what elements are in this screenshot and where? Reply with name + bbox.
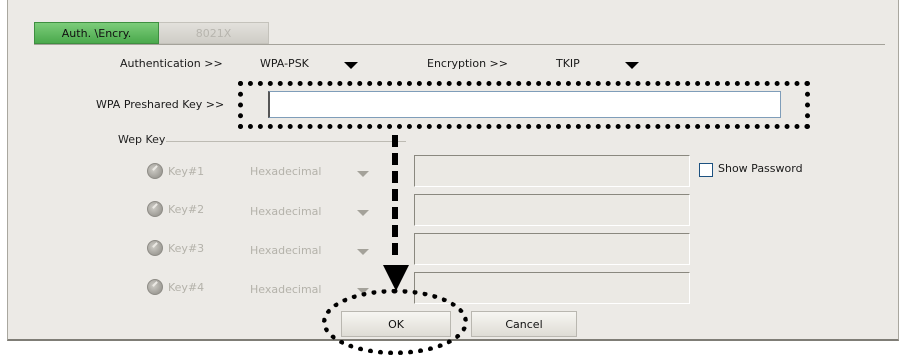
annotation-arrowhead-icon	[383, 265, 409, 291]
show-password-label: Show Password	[718, 162, 803, 175]
key4-format-select[interactable]: Hexadecimal	[250, 283, 321, 296]
key2-label: Key#2	[168, 203, 205, 216]
annotation-dotted-box	[238, 81, 810, 129]
key4-label: Key#4	[168, 281, 205, 294]
encryption-label: Encryption >>	[427, 57, 508, 70]
key2-input[interactable]	[414, 194, 690, 226]
key1-input[interactable]	[414, 155, 690, 187]
key2-radio-icon[interactable]	[147, 201, 163, 217]
key3-input[interactable]	[414, 233, 690, 265]
key3-dropdown-icon[interactable]	[357, 249, 369, 255]
preshared-key-label: WPA Preshared Key >>	[96, 98, 225, 111]
wep-key-group-title: Wep Key	[118, 133, 166, 146]
key2-dropdown-icon[interactable]	[357, 210, 369, 216]
key1-radio-icon[interactable]	[147, 163, 163, 179]
authentication-label: Authentication >>	[120, 57, 223, 70]
key1-format-select[interactable]: Hexadecimal	[250, 165, 321, 178]
encryption-dropdown-icon[interactable]	[625, 62, 639, 69]
key3-format-select[interactable]: Hexadecimal	[250, 244, 321, 257]
key4-input[interactable]	[414, 272, 690, 304]
key2-format-select[interactable]: Hexadecimal	[250, 205, 321, 218]
authentication-select[interactable]: WPA-PSK	[260, 57, 309, 70]
key3-label: Key#3	[168, 242, 205, 255]
key3-radio-icon[interactable]	[147, 240, 163, 256]
show-password-checkbox[interactable]	[699, 163, 713, 177]
key1-label: Key#1	[168, 165, 205, 178]
annotation-dashed-arrow	[392, 135, 398, 261]
key4-radio-icon[interactable]	[147, 279, 163, 295]
wep-group-border	[166, 141, 406, 142]
tab-auth-encry[interactable]: Auth. \Encry.	[34, 22, 159, 44]
authentication-dropdown-icon[interactable]	[344, 62, 358, 69]
key1-dropdown-icon[interactable]	[357, 171, 369, 177]
cancel-button[interactable]: Cancel	[471, 311, 577, 337]
tab-8021x[interactable]: 8021X	[159, 22, 269, 44]
annotation-dotted-oval	[322, 289, 468, 355]
tab-divider	[34, 44, 885, 45]
encryption-select[interactable]: TKIP	[556, 57, 580, 70]
